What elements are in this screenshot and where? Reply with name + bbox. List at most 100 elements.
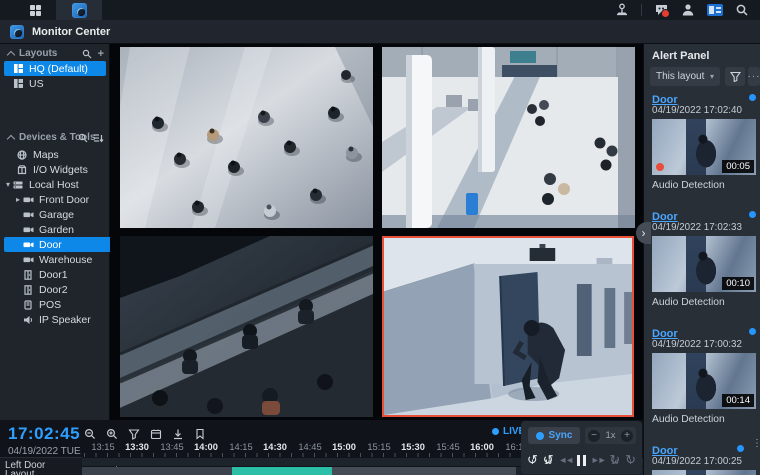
sidebar-item-garden[interactable]: Garden — [4, 222, 124, 237]
tick-label: 14:45 — [298, 442, 321, 452]
alert-thumbnail[interactable]: 00:14 — [652, 353, 756, 409]
zoom-out-icon[interactable] — [82, 426, 97, 441]
kebab-menu-icon[interactable]: ⋮ — [752, 442, 756, 446]
sidebar-item-pos[interactable]: POS — [4, 297, 124, 312]
monitor-center-tab[interactable] — [56, 0, 102, 20]
sidebar-item-warehouse[interactable]: Warehouse — [4, 252, 124, 267]
alert-timestamp: 04/19/2022 17:02:33 — [652, 222, 756, 233]
zoom-in-icon[interactable] — [104, 426, 119, 441]
apps-grid-icon — [29, 4, 42, 17]
sidebar-item-us-layout[interactable]: US — [4, 76, 106, 91]
pause-button[interactable] — [577, 455, 586, 466]
sidebar-item-door1[interactable]: Door1 — [4, 267, 124, 282]
alert-scope-dropdown[interactable]: This layout ▾ — [650, 67, 720, 86]
alert-item[interactable]: Door 04/19/2022 17:00:32 00:14 Audio Det… — [652, 324, 756, 425]
fast-forward-button[interactable]: ►► — [591, 453, 605, 467]
camera-tile-lobby-overhead[interactable] — [120, 47, 373, 228]
search-icon[interactable] — [78, 133, 88, 143]
rewind-button[interactable]: ◄◄ — [558, 453, 572, 467]
tick-label: 16:00 — [470, 442, 494, 452]
devices-section-header[interactable]: Devices & Tools — [0, 130, 110, 145]
collapse-chevron-icon — [7, 134, 14, 141]
alert-timestamp: 04/19/2022 17:02:40 — [652, 105, 756, 116]
download-icon[interactable] — [170, 426, 185, 441]
tick-label: 15:15 — [367, 442, 390, 452]
tick-label: 15:30 — [401, 442, 425, 452]
camera-tile-escalator[interactable] — [120, 236, 373, 417]
video-grid — [110, 44, 643, 420]
server-icon — [12, 179, 24, 191]
unread-dot — [749, 211, 756, 218]
calendar-icon[interactable] — [148, 426, 163, 441]
alert-item[interactable]: Door 04/19/2022 17:02:40 00:05 Audio Det… — [652, 90, 756, 191]
chat-icon[interactable] — [653, 2, 669, 18]
previous-event-button[interactable]: ↺! — [527, 453, 538, 467]
sync-toggle-button[interactable]: Sync — [528, 427, 580, 444]
clip-duration-badge: 00:14 — [722, 394, 754, 407]
filter-icon — [730, 71, 741, 82]
sidebar-item-garage[interactable]: Garage — [4, 207, 124, 222]
sidebar-item-hq-layout[interactable]: HQ (Default) — [4, 61, 106, 76]
tick-label: 14:30 — [263, 442, 287, 452]
alert-panel-title: Alert Panel — [652, 50, 709, 62]
sort-icon[interactable] — [94, 133, 104, 143]
chevron-down-icon: ▾ — [710, 72, 714, 81]
camera-icon — [22, 254, 34, 266]
forward-10s-button[interactable]: ↻10 — [609, 453, 620, 467]
camera-tile-atrium-lobby[interactable] — [382, 47, 635, 228]
alert-filter-button[interactable] — [725, 67, 745, 86]
rewind-10s-button[interactable]: ↺10 — [543, 453, 554, 467]
alert-panel-collapse-handle[interactable]: › — [636, 222, 651, 244]
alert-camera-link[interactable]: Door — [652, 445, 678, 457]
search-icon[interactable] — [82, 49, 92, 59]
tree-expanded-icon[interactable]: ▾ — [4, 180, 12, 189]
speed-up-button[interactable]: + — [621, 430, 633, 442]
recording-segment — [82, 467, 232, 475]
user-icon[interactable] — [680, 2, 696, 18]
unread-dot — [749, 94, 756, 101]
sidebar-item-front-door[interactable]: ▸ Front Door — [4, 192, 116, 207]
tick-label: 14:00 — [194, 442, 218, 452]
bookmark-icon[interactable] — [192, 426, 207, 441]
alert-thumbnail[interactable] — [652, 470, 756, 475]
camera-icon — [22, 209, 34, 221]
tick-label: 13:15 — [91, 442, 114, 452]
alert-timestamp: 04/19/2022 17:00:25 — [652, 456, 756, 467]
recording-dot — [656, 163, 664, 171]
alert-event-type: Audio Detection — [652, 414, 756, 425]
page-title: Monitor Center — [32, 26, 110, 38]
sidebar-item-door[interactable]: Door — [4, 237, 124, 252]
sidebar-item-io-widgets[interactable]: I/O Widgets — [4, 162, 118, 177]
alert-item[interactable]: Door ⋮ 04/19/2022 17:00:25 — [652, 441, 756, 475]
alert-thumbnail[interactable]: 00:10 — [652, 236, 756, 292]
speed-value: 1x — [605, 430, 615, 441]
search-icon[interactable] — [734, 2, 750, 18]
alert-camera-link[interactable]: Door — [652, 94, 678, 106]
camera-tile-door-corridor[interactable] — [382, 236, 634, 417]
alert-timestamp: 04/19/2022 17:00:32 — [652, 339, 756, 350]
sidebar-item-door2[interactable]: Door2 — [4, 282, 124, 297]
alert-camera-link[interactable]: Door — [652, 211, 678, 223]
alert-panel-toggle-icon[interactable] — [707, 2, 723, 18]
alert-camera-link[interactable]: Door — [652, 328, 678, 340]
camera-icon — [22, 224, 34, 236]
sidebar-item-maps[interactable]: Maps — [4, 147, 118, 162]
speed-down-button[interactable]: − — [588, 430, 600, 442]
alert-more-button[interactable]: ··· — [748, 67, 760, 86]
next-event-button[interactable]: ↻! — [625, 453, 636, 467]
alert-thumbnail[interactable]: 00:05 — [652, 119, 756, 175]
filter-icon[interactable] — [126, 426, 141, 441]
alert-panel: Alert Panel This layout ▾ ··· Door 04/19… — [643, 44, 760, 475]
current-time: 17:02:45 — [8, 424, 80, 444]
timeline-toolbar — [82, 426, 207, 441]
ptz-controller-icon[interactable] — [614, 2, 630, 18]
timeline-bar: 17:02:45 04/19/2022 TUE LIVE 13:15 13:30… — [0, 420, 643, 475]
main-menu-tab[interactable] — [14, 0, 56, 20]
add-layout-icon[interactable]: + — [98, 48, 104, 60]
tree-collapsed-icon[interactable]: ▸ — [14, 195, 22, 204]
sidebar-item-local-host[interactable]: ▾ Local Host — [4, 177, 106, 192]
sidebar-item-ip-speaker[interactable]: IP Speaker — [4, 312, 124, 327]
unread-dot — [737, 445, 744, 452]
layouts-section-header[interactable]: Layouts + — [0, 46, 110, 61]
alert-item[interactable]: Door 04/19/2022 17:02:33 00:10 Audio Det… — [652, 207, 756, 308]
